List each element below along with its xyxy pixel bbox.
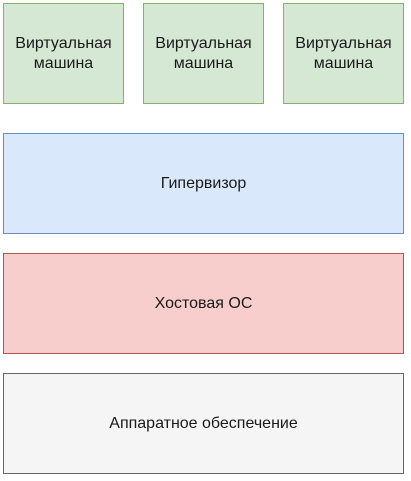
virtual-machine-box-1: Виртуальная машина xyxy=(3,3,124,104)
virtual-machine-label-3: Виртуальная машина xyxy=(295,34,392,72)
hypervisor-label: Гипервизор xyxy=(160,174,247,192)
hardware-label: Аппаратное обеспечение xyxy=(109,414,298,432)
host-os-label: Хостовая ОС xyxy=(154,294,253,312)
virtual-machine-label-1: Виртуальная машина xyxy=(15,34,112,72)
virtual-machine-box-3: Виртуальная машина xyxy=(283,3,404,104)
virtual-machine-label-2: Виртуальная машина xyxy=(155,34,252,72)
hardware-layer: Аппаратное обеспечение xyxy=(3,373,404,474)
host-os-layer: Хостовая ОС xyxy=(3,253,404,354)
hypervisor-layer: Гипервизор xyxy=(3,133,404,234)
virtual-machine-box-2: Виртуальная машина xyxy=(143,3,264,104)
